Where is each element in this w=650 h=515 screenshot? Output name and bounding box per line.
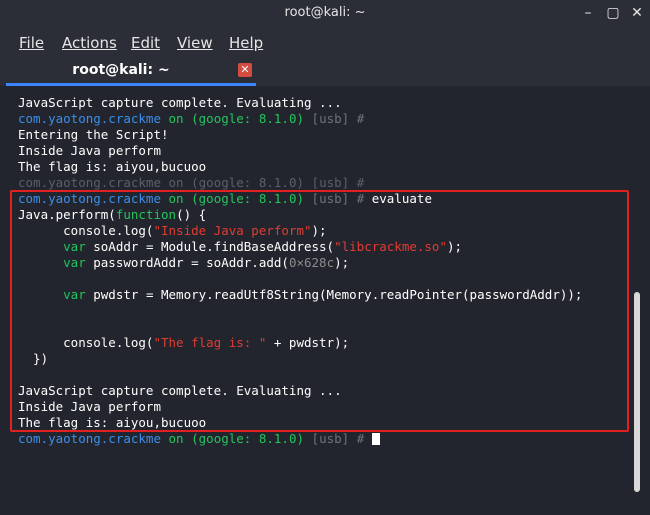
tab-label: root@kali: ~ [72, 62, 170, 78]
terminal-window: root@kali: ~ – ▢ ✕ File Actions Edit Vie… [0, 0, 650, 515]
active-tab-indicator [6, 83, 256, 86]
term-line: Entering the Script! [18, 127, 169, 142]
menu-file[interactable]: File [19, 32, 44, 54]
menu-edit[interactable]: Edit [131, 32, 160, 54]
tab-bar: root@kali: ~ ✕ [0, 60, 650, 86]
title-bar: root@kali: ~ – ▢ ✕ [0, 0, 650, 26]
scrollbar[interactable] [634, 292, 640, 492]
maximize-icon[interactable]: ▢ [603, 3, 623, 23]
term-line: The flag is: aiyou,bucuoo [18, 159, 207, 174]
prompt-line: com.yaotong.crackme on (google: 8.1.0) [… [18, 431, 380, 447]
tab-close-icon[interactable]: ✕ [238, 63, 252, 77]
term-line: JavaScript capture complete. Evaluating … [18, 95, 342, 110]
close-window-icon[interactable]: ✕ [627, 3, 647, 23]
menu-help[interactable]: Help [229, 32, 263, 54]
tab-terminal[interactable]: root@kali: ~ ✕ [6, 60, 256, 86]
menu-actions[interactable]: Actions [62, 32, 117, 54]
prompt-line: com.yaotong.crackme on (google: 8.1.0) [… [18, 111, 365, 126]
prompt-line: com.yaotong.crackme on (google: 8.1.0) [… [18, 175, 365, 190]
text-cursor [371, 433, 380, 445]
term-line: Inside Java perform [18, 143, 161, 158]
highlight-box [10, 190, 629, 432]
window-title: root@kali: ~ [284, 5, 366, 20]
menu-view[interactable]: View [177, 32, 213, 54]
menu-bar: File Actions Edit View Help [0, 26, 650, 60]
minimize-icon[interactable]: – [578, 3, 598, 23]
